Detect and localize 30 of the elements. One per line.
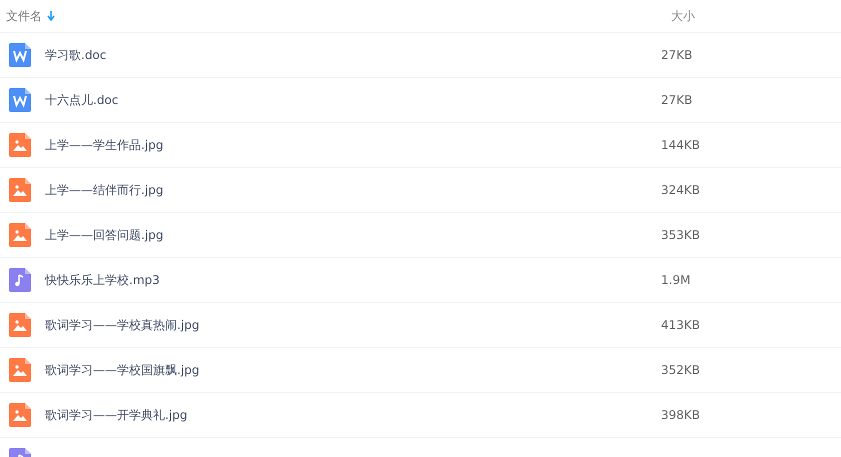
document-icon	[9, 43, 31, 67]
file-size: 353KB	[661, 228, 700, 242]
file-name[interactable]: 歌词学习——开学典礼.jpg	[45, 406, 188, 424]
file-name[interactable]: 上学——回答问题.jpg	[45, 226, 164, 244]
sort-arrow-icon[interactable]	[47, 11, 55, 21]
file-name[interactable]: 快快乐乐上学校.mp3	[45, 272, 160, 288]
file-size: 324KB	[661, 183, 700, 197]
image-file-icon	[9, 358, 31, 382]
image-file-icon	[9, 313, 31, 337]
file-name[interactable]: 上学——结伴而行.jpg	[45, 182, 164, 198]
image-file-icon	[9, 403, 31, 427]
column-header[interactable]: 大小	[671, 8, 695, 22]
image-file-icon	[9, 223, 31, 247]
file-name[interactable]: 十六点儿.doc	[45, 92, 118, 108]
document-icon	[9, 88, 31, 112]
file-name[interactable]: 歌词学习——学校真热闹.jpg	[45, 316, 200, 334]
file-name[interactable]: 上学——学生作品.jpg	[45, 136, 164, 154]
file-size: 352KB	[661, 363, 700, 377]
file-name[interactable]: 歌词学习——学校国旗飘.jpg	[45, 362, 200, 378]
file-name[interactable]: 学习歌.doc	[45, 46, 106, 64]
file-size: 144KB	[661, 138, 700, 152]
file-size: 27KB	[661, 48, 692, 62]
music-file-icon	[9, 268, 31, 292]
file-size: 398KB	[661, 408, 700, 422]
file-size: 413KB	[661, 318, 700, 332]
image-file-icon	[9, 133, 31, 157]
image-file-icon	[9, 178, 31, 202]
column-header[interactable]: 文件名	[6, 8, 42, 24]
file-size: 27KB	[661, 93, 692, 107]
file-size: 1.9M	[661, 273, 690, 287]
